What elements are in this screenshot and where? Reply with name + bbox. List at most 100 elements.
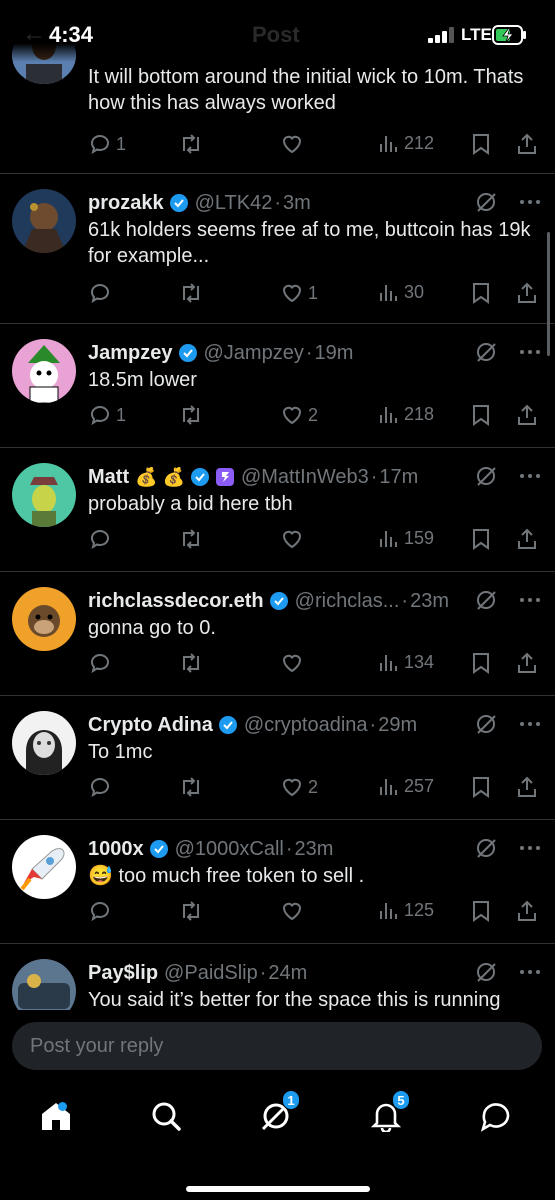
nav-grok[interactable]: 1 [246, 1090, 306, 1136]
reply-item[interactable]: Crypto Adina @cryptoadina · 29m To 1mc 2 [0, 695, 555, 820]
views-button[interactable]: 257 [378, 775, 434, 797]
more-icon[interactable] [519, 597, 541, 603]
reply-button[interactable] [88, 775, 112, 799]
reply-button[interactable]: 1 [88, 403, 126, 427]
share-button[interactable] [516, 403, 538, 427]
reply-composer[interactable] [12, 1022, 542, 1070]
grok-icon[interactable] [475, 961, 497, 983]
grok-icon[interactable] [475, 465, 497, 487]
like-button[interactable]: 2 [280, 403, 318, 427]
repost-button[interactable] [178, 651, 204, 675]
reply-item[interactable]: Jampzey @Jampzey · 19m 18.5m lower 1 2 2… [0, 323, 555, 448]
like-button[interactable] [280, 527, 304, 551]
like-button[interactable] [280, 132, 304, 156]
display-name[interactable]: Jampzey [88, 342, 173, 365]
grok-icon[interactable] [475, 191, 497, 213]
repost-button[interactable] [178, 281, 204, 305]
more-icon[interactable] [519, 969, 541, 975]
timestamp[interactable]: 23m [295, 838, 334, 861]
more-icon[interactable] [519, 473, 541, 479]
handle[interactable]: @Jampzey [204, 342, 304, 365]
reply-input[interactable] [12, 1022, 542, 1070]
back-arrow-icon[interactable]: ← [22, 20, 46, 48]
avatar[interactable] [12, 189, 76, 253]
reply-item[interactable]: 1000x @1000xCall · 23m 😅 too much free t… [0, 819, 555, 944]
share-button[interactable] [516, 899, 538, 923]
repost-button[interactable] [178, 775, 204, 799]
bookmark-button[interactable] [470, 899, 492, 923]
repost-button[interactable] [178, 403, 204, 427]
timestamp[interactable]: 29m [378, 714, 417, 737]
display-name[interactable]: Matt [88, 466, 129, 489]
grok-icon[interactable] [475, 589, 497, 611]
timestamp[interactable]: 17m [379, 466, 418, 489]
share-button[interactable] [516, 775, 538, 799]
handle[interactable]: @cryptoadina [244, 714, 368, 737]
reply-item[interactable]: richclassdecor.eth @richclas... · 23m go… [0, 571, 555, 696]
avatar[interactable] [12, 463, 76, 527]
bookmark-button[interactable] [470, 281, 492, 305]
display-name[interactable]: Pay$lip [88, 962, 158, 985]
reply-button[interactable] [88, 527, 112, 551]
display-name[interactable]: Crypto Adina [88, 714, 213, 737]
grok-icon[interactable] [475, 713, 497, 735]
like-button[interactable]: 2 [280, 775, 318, 799]
avatar[interactable] [12, 339, 76, 403]
more-icon[interactable] [519, 349, 541, 355]
share-button[interactable] [516, 281, 538, 305]
reply-item[interactable]: Pay$lip @PaidSlip · 24m You said it’s be… [0, 943, 555, 1010]
views-button[interactable]: 125 [378, 899, 434, 921]
avatar[interactable] [12, 959, 76, 1010]
grok-icon[interactable] [475, 341, 497, 363]
views-button[interactable]: 159 [378, 527, 434, 549]
display-name[interactable]: prozakk [88, 192, 164, 215]
timestamp[interactable]: 19m [315, 342, 354, 365]
share-button[interactable] [516, 651, 538, 675]
views-button[interactable]: 134 [378, 651, 434, 673]
avatar[interactable] [12, 835, 76, 899]
replies-feed[interactable]: It will bottom around the initial wick t… [0, 0, 555, 1010]
timestamp[interactable]: 23m [410, 590, 449, 613]
nav-home[interactable] [26, 1096, 86, 1136]
nav-notifications[interactable]: 5 [356, 1090, 416, 1136]
bookmark-button[interactable] [470, 132, 492, 156]
views-button[interactable]: 30 [378, 281, 424, 303]
like-button[interactable] [280, 899, 304, 923]
reply-button[interactable] [88, 651, 112, 675]
repost-button[interactable] [178, 899, 204, 923]
share-button[interactable] [516, 132, 538, 156]
views-button[interactable]: 218 [378, 403, 434, 425]
reply-button[interactable] [88, 281, 112, 305]
handle[interactable]: @PaidSlip [164, 962, 258, 985]
scrollbar[interactable] [547, 232, 550, 356]
more-icon[interactable] [519, 721, 541, 727]
grok-icon[interactable] [475, 837, 497, 859]
bookmark-button[interactable] [470, 527, 492, 551]
timestamp[interactable]: 24m [268, 962, 307, 985]
timestamp[interactable]: 3m [283, 192, 311, 215]
display-name[interactable]: 1000x [88, 838, 144, 861]
avatar[interactable] [12, 711, 76, 775]
handle[interactable]: @LTK42 [195, 192, 273, 215]
nav-messages[interactable] [466, 1096, 526, 1136]
share-button[interactable] [516, 527, 538, 551]
handle[interactable]: @1000xCall [175, 838, 284, 861]
avatar[interactable] [12, 587, 76, 651]
views-button[interactable]: 212 [378, 132, 434, 154]
bookmark-button[interactable] [470, 403, 492, 427]
reply-button[interactable] [88, 899, 112, 923]
handle[interactable]: @richclas... [295, 590, 400, 613]
bookmark-button[interactable] [470, 775, 492, 799]
reply-item[interactable]: prozakk @LTK42 · 3m 61k holders seems fr… [0, 173, 555, 324]
like-button[interactable] [280, 651, 304, 675]
reply-button[interactable]: 1 [88, 132, 126, 156]
repost-button[interactable] [178, 527, 204, 551]
nav-search[interactable] [136, 1096, 196, 1136]
display-name[interactable]: richclassdecor.eth [88, 590, 264, 613]
more-icon[interactable] [519, 199, 541, 205]
like-button[interactable]: 1 [280, 281, 318, 305]
repost-button[interactable] [178, 132, 204, 156]
more-icon[interactable] [519, 845, 541, 851]
handle[interactable]: @MattInWeb3 [241, 466, 369, 489]
bookmark-button[interactable] [470, 651, 492, 675]
